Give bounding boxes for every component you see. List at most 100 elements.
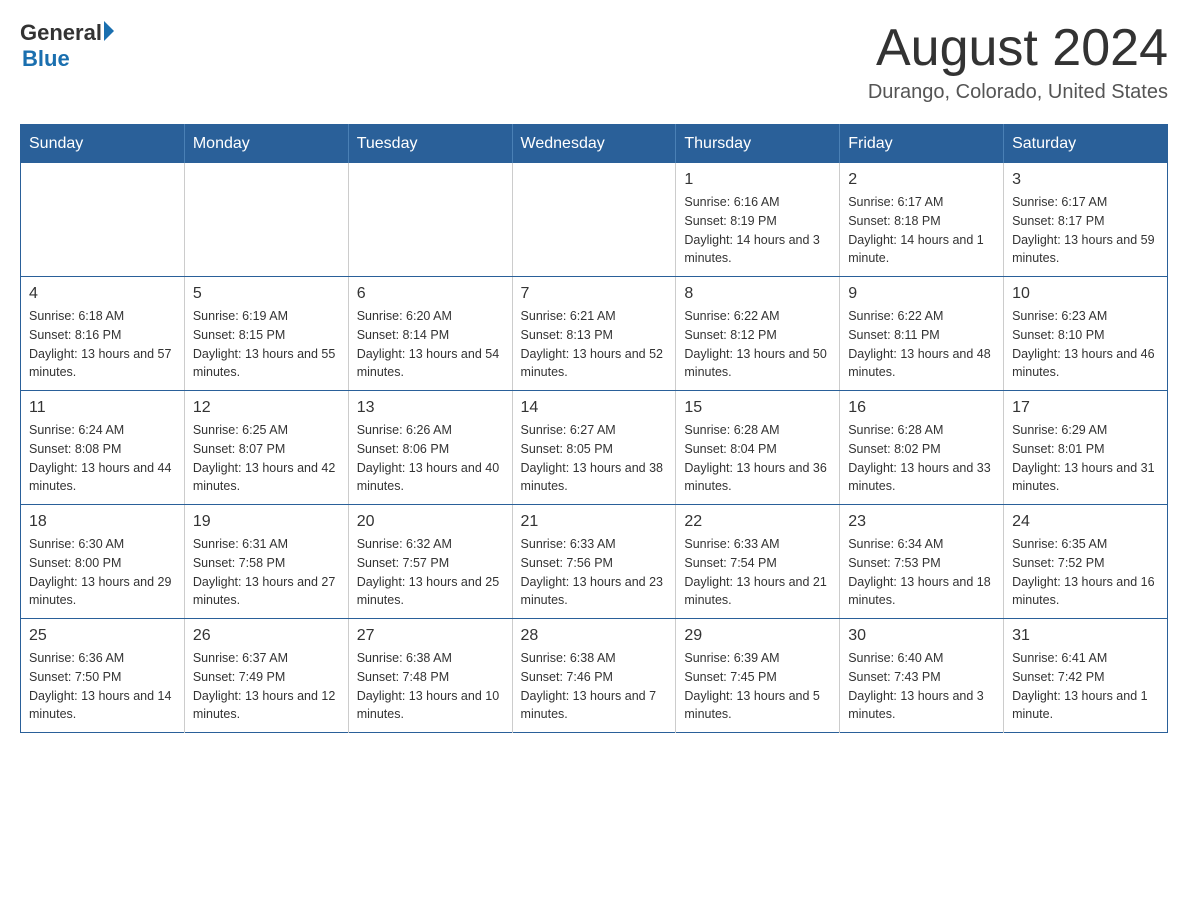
calendar-week-row: 1 Sunrise: 6:16 AMSunset: 8:19 PMDaylight… bbox=[21, 163, 1168, 277]
calendar-day-2: 2 Sunrise: 6:17 AMSunset: 8:18 PMDaylight… bbox=[840, 163, 1004, 277]
day-number: 15 bbox=[684, 399, 831, 417]
calendar-day-7: 7Sunrise: 6:21 AMSunset: 8:13 PMDaylight… bbox=[512, 277, 676, 391]
day-info: Sunrise: 6:17 AMSunset: 8:18 PMDaylight:… bbox=[848, 193, 995, 268]
day-info: Sunrise: 6:20 AMSunset: 8:14 PMDaylight:… bbox=[357, 307, 504, 382]
day-info: Sunrise: 6:34 AMSunset: 7:53 PMDaylight:… bbox=[848, 535, 995, 610]
calendar-day-11: 11 Sunrise: 6:24 AMSunset: 8:08 PMDayligh… bbox=[21, 391, 185, 505]
calendar-day-24: 24 Sunrise: 6:35 AMSunset: 7:52 PMDayligh… bbox=[1004, 505, 1168, 619]
calendar-day-13: 13 Sunrise: 6:26 AMSunset: 8:06 PMDayligh… bbox=[348, 391, 512, 505]
day-number: 14 bbox=[521, 399, 668, 417]
day-info: Sunrise: 6:40 AMSunset: 7:43 PMDaylight:… bbox=[848, 649, 995, 724]
day-info: Sunrise: 6:17 AMSunset: 8:17 PMDaylight:… bbox=[1012, 193, 1159, 268]
day-number: 1 bbox=[684, 171, 831, 189]
day-info: Sunrise: 6:28 AMSunset: 8:04 PMDaylight:… bbox=[684, 421, 831, 496]
day-info: Sunrise: 6:30 AMSunset: 8:00 PMDaylight:… bbox=[29, 535, 176, 610]
day-number: 22 bbox=[684, 513, 831, 531]
day-number: 20 bbox=[357, 513, 504, 531]
day-info: Sunrise: 6:21 AMSunset: 8:13 PMDaylight:… bbox=[521, 307, 668, 382]
calendar-week-row: 4 Sunrise: 6:18 AMSunset: 8:16 PMDaylight… bbox=[21, 277, 1168, 391]
weekday-header-friday: Friday bbox=[840, 125, 1004, 164]
calendar-day-21: 21Sunrise: 6:33 AMSunset: 7:56 PMDayligh… bbox=[512, 505, 676, 619]
day-number: 31 bbox=[1012, 627, 1159, 645]
calendar-day-3: 3Sunrise: 6:17 AMSunset: 8:17 PMDaylight… bbox=[1004, 163, 1168, 277]
calendar-day-5: 5Sunrise: 6:19 AMSunset: 8:15 PMDaylight… bbox=[184, 277, 348, 391]
day-info: Sunrise: 6:18 AMSunset: 8:16 PMDaylight:… bbox=[29, 307, 176, 382]
calendar-day-12: 12 Sunrise: 6:25 AMSunset: 8:07 PMDayligh… bbox=[184, 391, 348, 505]
calendar-week-row: 18Sunrise: 6:30 AMSunset: 8:00 PMDayligh… bbox=[21, 505, 1168, 619]
calendar-empty-cell bbox=[512, 163, 676, 277]
calendar-week-row: 11 Sunrise: 6:24 AMSunset: 8:08 PMDayligh… bbox=[21, 391, 1168, 505]
day-info: Sunrise: 6:29 AMSunset: 8:01 PMDaylight:… bbox=[1012, 421, 1159, 496]
day-number: 11 bbox=[29, 399, 176, 417]
day-info: Sunrise: 6:16 AMSunset: 8:19 PMDaylight:… bbox=[684, 193, 831, 268]
day-info: Sunrise: 6:22 AMSunset: 8:11 PMDaylight:… bbox=[848, 307, 995, 382]
calendar-day-28: 28 Sunrise: 6:38 AMSunset: 7:46 PMDayligh… bbox=[512, 619, 676, 733]
calendar-day-30: 30 Sunrise: 6:40 AMSunset: 7:43 PMDayligh… bbox=[840, 619, 1004, 733]
day-info: Sunrise: 6:23 AMSunset: 8:10 PMDaylight:… bbox=[1012, 307, 1159, 382]
day-number: 30 bbox=[848, 627, 995, 645]
day-number: 6 bbox=[357, 285, 504, 303]
day-number: 29 bbox=[684, 627, 831, 645]
calendar-day-9: 9Sunrise: 6:22 AMSunset: 8:11 PMDaylight… bbox=[840, 277, 1004, 391]
title-section: August 2024 Durango, Colorado, United St… bbox=[868, 20, 1168, 104]
day-number: 21 bbox=[521, 513, 668, 531]
day-info: Sunrise: 6:38 AMSunset: 7:48 PMDaylight:… bbox=[357, 649, 504, 724]
calendar-day-22: 22 Sunrise: 6:33 AMSunset: 7:54 PMDayligh… bbox=[676, 505, 840, 619]
day-info: Sunrise: 6:36 AMSunset: 7:50 PMDaylight:… bbox=[29, 649, 176, 724]
day-number: 13 bbox=[357, 399, 504, 417]
day-number: 5 bbox=[193, 285, 340, 303]
calendar-day-26: 26Sunrise: 6:37 AMSunset: 7:49 PMDayligh… bbox=[184, 619, 348, 733]
day-number: 23 bbox=[848, 513, 995, 531]
day-number: 8 bbox=[684, 285, 831, 303]
day-info: Sunrise: 6:39 AMSunset: 7:45 PMDaylight:… bbox=[684, 649, 831, 724]
calendar-table: SundayMondayTuesdayWednesdayThursdayFrid… bbox=[20, 124, 1168, 733]
calendar-day-15: 15 Sunrise: 6:28 AMSunset: 8:04 PMDayligh… bbox=[676, 391, 840, 505]
weekday-header-thursday: Thursday bbox=[676, 125, 840, 164]
calendar-day-19: 19Sunrise: 6:31 AMSunset: 7:58 PMDayligh… bbox=[184, 505, 348, 619]
day-info: Sunrise: 6:33 AMSunset: 7:54 PMDaylight:… bbox=[684, 535, 831, 610]
calendar-day-20: 20 Sunrise: 6:32 AMSunset: 7:57 PMDayligh… bbox=[348, 505, 512, 619]
day-info: Sunrise: 6:25 AMSunset: 8:07 PMDaylight:… bbox=[193, 421, 340, 496]
day-info: Sunrise: 6:38 AMSunset: 7:46 PMDaylight:… bbox=[521, 649, 668, 724]
logo: General Blue bbox=[20, 20, 114, 72]
calendar-day-18: 18Sunrise: 6:30 AMSunset: 8:00 PMDayligh… bbox=[21, 505, 185, 619]
day-number: 25 bbox=[29, 627, 176, 645]
day-info: Sunrise: 6:26 AMSunset: 8:06 PMDaylight:… bbox=[357, 421, 504, 496]
calendar-day-16: 16 Sunrise: 6:28 AMSunset: 8:02 PMDayligh… bbox=[840, 391, 1004, 505]
day-number: 4 bbox=[29, 285, 176, 303]
day-number: 12 bbox=[193, 399, 340, 417]
logo-blue-text: Blue bbox=[22, 46, 114, 72]
day-number: 26 bbox=[193, 627, 340, 645]
day-info: Sunrise: 6:32 AMSunset: 7:57 PMDaylight:… bbox=[357, 535, 504, 610]
calendar-day-23: 23 Sunrise: 6:34 AMSunset: 7:53 PMDayligh… bbox=[840, 505, 1004, 619]
day-number: 2 bbox=[848, 171, 995, 189]
calendar-empty-cell bbox=[21, 163, 185, 277]
calendar-day-17: 17 Sunrise: 6:29 AMSunset: 8:01 PMDayligh… bbox=[1004, 391, 1168, 505]
page-header: General Blue August 2024 Durango, Colora… bbox=[20, 20, 1168, 104]
calendar-empty-cell bbox=[348, 163, 512, 277]
day-info: Sunrise: 6:28 AMSunset: 8:02 PMDaylight:… bbox=[848, 421, 995, 496]
day-info: Sunrise: 6:31 AMSunset: 7:58 PMDaylight:… bbox=[193, 535, 340, 610]
calendar-day-4: 4 Sunrise: 6:18 AMSunset: 8:16 PMDaylight… bbox=[21, 277, 185, 391]
calendar-header-row: SundayMondayTuesdayWednesdayThursdayFrid… bbox=[21, 125, 1168, 164]
calendar-day-1: 1 Sunrise: 6:16 AMSunset: 8:19 PMDaylight… bbox=[676, 163, 840, 277]
logo-general-text: General bbox=[20, 20, 102, 46]
location-title: Durango, Colorado, United States bbox=[868, 81, 1168, 104]
calendar-day-29: 29 Sunrise: 6:39 AMSunset: 7:45 PMDayligh… bbox=[676, 619, 840, 733]
calendar-day-27: 27 Sunrise: 6:38 AMSunset: 7:48 PMDayligh… bbox=[348, 619, 512, 733]
day-number: 16 bbox=[848, 399, 995, 417]
day-number: 27 bbox=[357, 627, 504, 645]
day-number: 17 bbox=[1012, 399, 1159, 417]
calendar-week-row: 25 Sunrise: 6:36 AMSunset: 7:50 PMDayligh… bbox=[21, 619, 1168, 733]
calendar-day-31: 31Sunrise: 6:41 AMSunset: 7:42 PMDayligh… bbox=[1004, 619, 1168, 733]
day-number: 24 bbox=[1012, 513, 1159, 531]
weekday-header-monday: Monday bbox=[184, 125, 348, 164]
calendar-day-25: 25 Sunrise: 6:36 AMSunset: 7:50 PMDayligh… bbox=[21, 619, 185, 733]
day-info: Sunrise: 6:24 AMSunset: 8:08 PMDaylight:… bbox=[29, 421, 176, 496]
day-info: Sunrise: 6:35 AMSunset: 7:52 PMDaylight:… bbox=[1012, 535, 1159, 610]
weekday-header-wednesday: Wednesday bbox=[512, 125, 676, 164]
logo-arrow-icon bbox=[104, 21, 114, 41]
weekday-header-saturday: Saturday bbox=[1004, 125, 1168, 164]
calendar-day-14: 14Sunrise: 6:27 AMSunset: 8:05 PMDayligh… bbox=[512, 391, 676, 505]
day-number: 28 bbox=[521, 627, 668, 645]
